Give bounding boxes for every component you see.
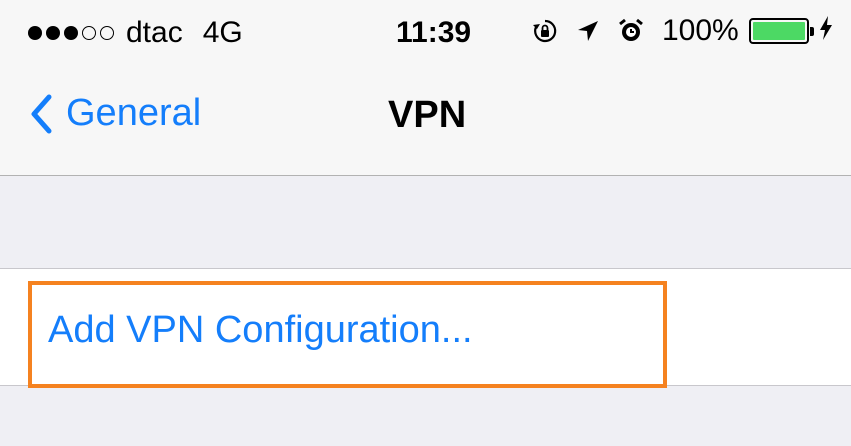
charging-bolt-icon xyxy=(819,14,833,48)
signal-dot xyxy=(82,26,96,40)
signal-dot xyxy=(28,26,42,40)
chevron-left-icon xyxy=(31,94,52,133)
status-left: dtac 4G xyxy=(28,16,243,50)
battery-percent: 100% xyxy=(662,14,739,47)
network-type: 4G xyxy=(202,16,243,49)
location-arrow-icon xyxy=(576,19,600,43)
signal-dot xyxy=(46,26,60,40)
carrier-name: dtac xyxy=(126,16,183,49)
back-button-label: General xyxy=(66,92,202,134)
signal-dot xyxy=(100,26,114,40)
battery-icon xyxy=(748,18,814,44)
status-time: 11:39 xyxy=(396,16,472,49)
signal-dot xyxy=(64,26,78,40)
page-title: VPN xyxy=(388,94,467,136)
vpn-settings-screen: dtac 4G 11:39 100% General VPN Add VPN C… xyxy=(0,0,851,446)
status-bar: dtac 4G 11:39 100% xyxy=(0,0,851,64)
back-button[interactable]: General xyxy=(30,92,201,135)
signal-strength-icon xyxy=(28,26,118,40)
rotation-lock-icon xyxy=(532,18,558,44)
battery-nub xyxy=(809,27,814,36)
status-right: 100% xyxy=(532,14,833,48)
navigation-bar: General VPN xyxy=(0,64,851,176)
alarm-icon xyxy=(618,18,644,44)
highlight-box xyxy=(28,281,667,388)
battery-level xyxy=(752,22,805,40)
top-bar: dtac 4G 11:39 100% General VPN xyxy=(0,0,851,176)
